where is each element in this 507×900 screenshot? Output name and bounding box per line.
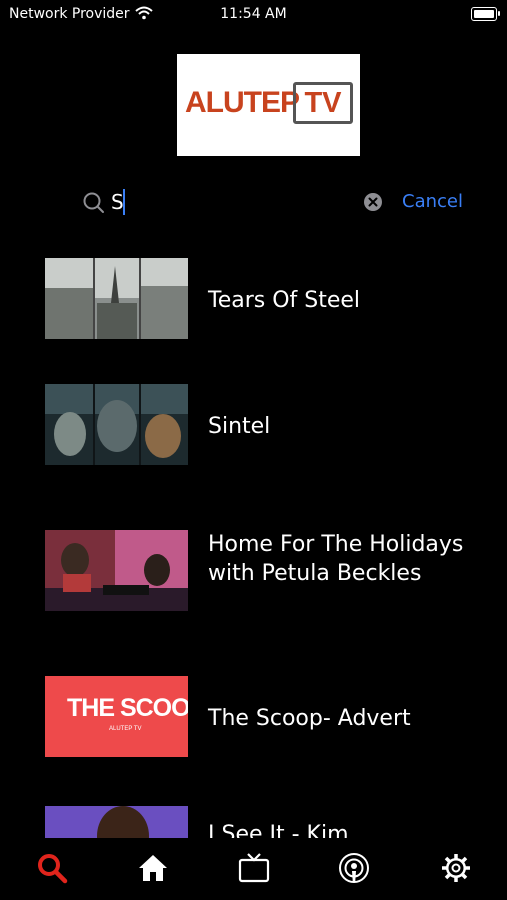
search-icon <box>82 191 106 219</box>
podcast-icon <box>339 853 369 883</box>
tab-home[interactable] <box>137 852 169 888</box>
list-item[interactable]: I See It - Kim <box>45 806 475 838</box>
list-item-title: I See It - Kim <box>208 822 349 838</box>
text-caret <box>123 189 125 215</box>
thumbnail <box>45 258 188 339</box>
thumbnail-brand: ALUTEP TV <box>109 726 142 732</box>
list-item-title: Tears Of Steel <box>208 288 361 313</box>
tab-bar <box>0 838 507 900</box>
search-bar: S Cancel <box>0 183 507 223</box>
tv-icon <box>238 853 270 883</box>
search-icon <box>38 854 68 884</box>
tab-search[interactable] <box>36 852 68 888</box>
home-icon <box>139 855 167 881</box>
cancel-button[interactable]: Cancel <box>402 191 463 212</box>
tab-live-tv[interactable] <box>238 852 270 888</box>
gear-icon <box>442 854 470 882</box>
app-logo: ALUTEP TV <box>177 54 360 156</box>
battery-icon <box>471 7 500 21</box>
thumbnail <box>45 806 188 838</box>
status-bar: Network Provider 11:54 AM <box>0 0 507 28</box>
thumbnail-title: THE SCOO <box>67 694 188 722</box>
clear-search-icon[interactable] <box>364 193 382 215</box>
logo-wordmark: ALUTEP <box>185 86 300 119</box>
tab-settings[interactable] <box>440 852 472 888</box>
tab-podcasts[interactable] <box>338 852 370 888</box>
search-input[interactable]: S <box>111 190 124 214</box>
clock: 11:54 AM <box>220 6 287 22</box>
logo-tv-badge: TV <box>293 82 353 124</box>
list-item-title: Sintel <box>208 414 271 439</box>
thumbnail <box>45 384 188 465</box>
thumbnail <box>45 530 188 611</box>
list-item-title: The Scoop- Advert <box>208 706 411 731</box>
thumbnail: THE SCOO ALUTEP TV <box>45 676 188 757</box>
list-item-title: Home For The Holidays with Petula Beckle… <box>208 532 464 586</box>
